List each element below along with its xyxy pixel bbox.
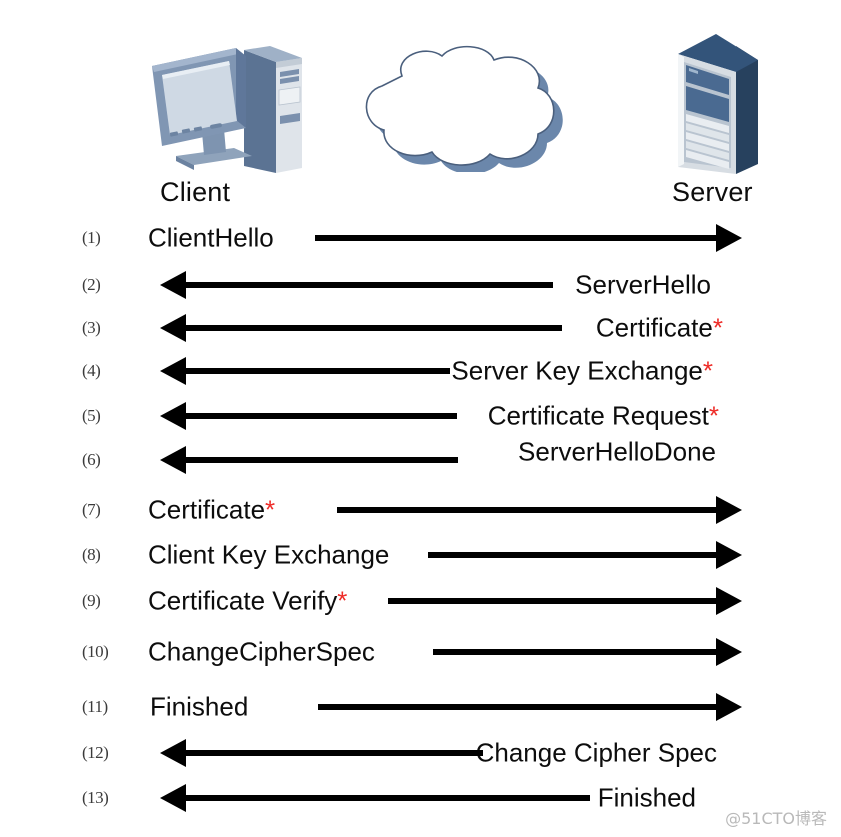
optional-marker-asterisk: * xyxy=(702,355,713,386)
message-label-text: Change Cipher Spec xyxy=(475,737,717,768)
arrowhead-left-icon xyxy=(160,402,186,430)
message-label-text: Client Key Exchange xyxy=(148,539,390,570)
arrow-shaft xyxy=(186,368,450,374)
message-label-text: ServerHelloDone xyxy=(518,436,716,467)
message-label-text: Certificate Verify xyxy=(148,585,338,616)
arrowhead-right-icon xyxy=(716,224,742,252)
arrow-shaft xyxy=(315,235,716,241)
message-label-text: Certificate xyxy=(148,494,266,525)
arrowhead-right-icon xyxy=(716,587,742,615)
arrow-shaft xyxy=(318,704,716,710)
optional-marker-asterisk: * xyxy=(708,400,719,431)
step-number: (8) xyxy=(82,545,101,564)
arrow-shaft xyxy=(428,552,716,558)
message-label-text: Finished xyxy=(597,782,696,813)
arrowhead-left-icon xyxy=(160,314,186,342)
step-number: (11) xyxy=(82,697,108,716)
message-label-text: ServerHello xyxy=(575,269,711,300)
message-label: ChangeCipherSpec xyxy=(148,637,375,668)
message-label: ClientHello xyxy=(148,223,274,254)
server-rack-icon xyxy=(660,24,770,179)
message-label: Certificate* xyxy=(148,495,275,526)
message-label-text: Certificate Request xyxy=(487,400,709,431)
desktop-computer-icon xyxy=(124,28,304,178)
message-label-text: ChangeCipherSpec xyxy=(148,636,375,667)
arrow-shaft xyxy=(337,507,716,513)
arrow-shaft xyxy=(186,795,590,801)
server-node-label: Server xyxy=(672,177,753,207)
message-label: Finished xyxy=(150,692,248,723)
step-number: (10) xyxy=(82,642,109,661)
step-number: (1) xyxy=(82,228,101,247)
arrow-shaft xyxy=(388,598,716,604)
arrowhead-right-icon xyxy=(716,693,742,721)
arrow-shaft xyxy=(186,325,562,331)
watermark: @51CTO博客 xyxy=(725,809,827,828)
arrow-shaft xyxy=(433,649,716,655)
message-label-text: Finished xyxy=(150,691,249,722)
step-number: (9) xyxy=(82,591,101,610)
arrow-shaft xyxy=(186,750,483,756)
message-label: Certificate Verify* xyxy=(148,586,347,617)
message-label-text: ClientHello xyxy=(148,222,274,253)
cloud-icon xyxy=(342,42,572,175)
arrowhead-right-icon xyxy=(716,638,742,666)
arrowhead-left-icon xyxy=(160,784,186,812)
arrowhead-left-icon xyxy=(160,357,186,385)
diagram-canvas: Client Server (1) ClientHello (2) ServerHel… xyxy=(0,0,841,837)
arrow-shaft xyxy=(186,282,553,288)
arrow-shaft xyxy=(186,413,457,419)
optional-marker-asterisk: * xyxy=(337,585,348,616)
arrowhead-right-icon xyxy=(716,541,742,569)
arrow-shaft xyxy=(186,457,458,463)
optional-marker-asterisk: * xyxy=(712,312,723,343)
arrowhead-left-icon xyxy=(160,739,186,767)
step-number: (7) xyxy=(82,500,101,519)
client-node-label: Client xyxy=(160,177,231,207)
arrowhead-left-icon xyxy=(160,446,186,474)
message-label: Client Key Exchange xyxy=(148,540,389,571)
message-label-text: Server Key Exchange xyxy=(451,355,703,386)
arrowhead-left-icon xyxy=(160,271,186,299)
arrowhead-right-icon xyxy=(716,496,742,524)
optional-marker-asterisk: * xyxy=(265,494,276,525)
message-label-text: Certificate xyxy=(595,312,713,343)
